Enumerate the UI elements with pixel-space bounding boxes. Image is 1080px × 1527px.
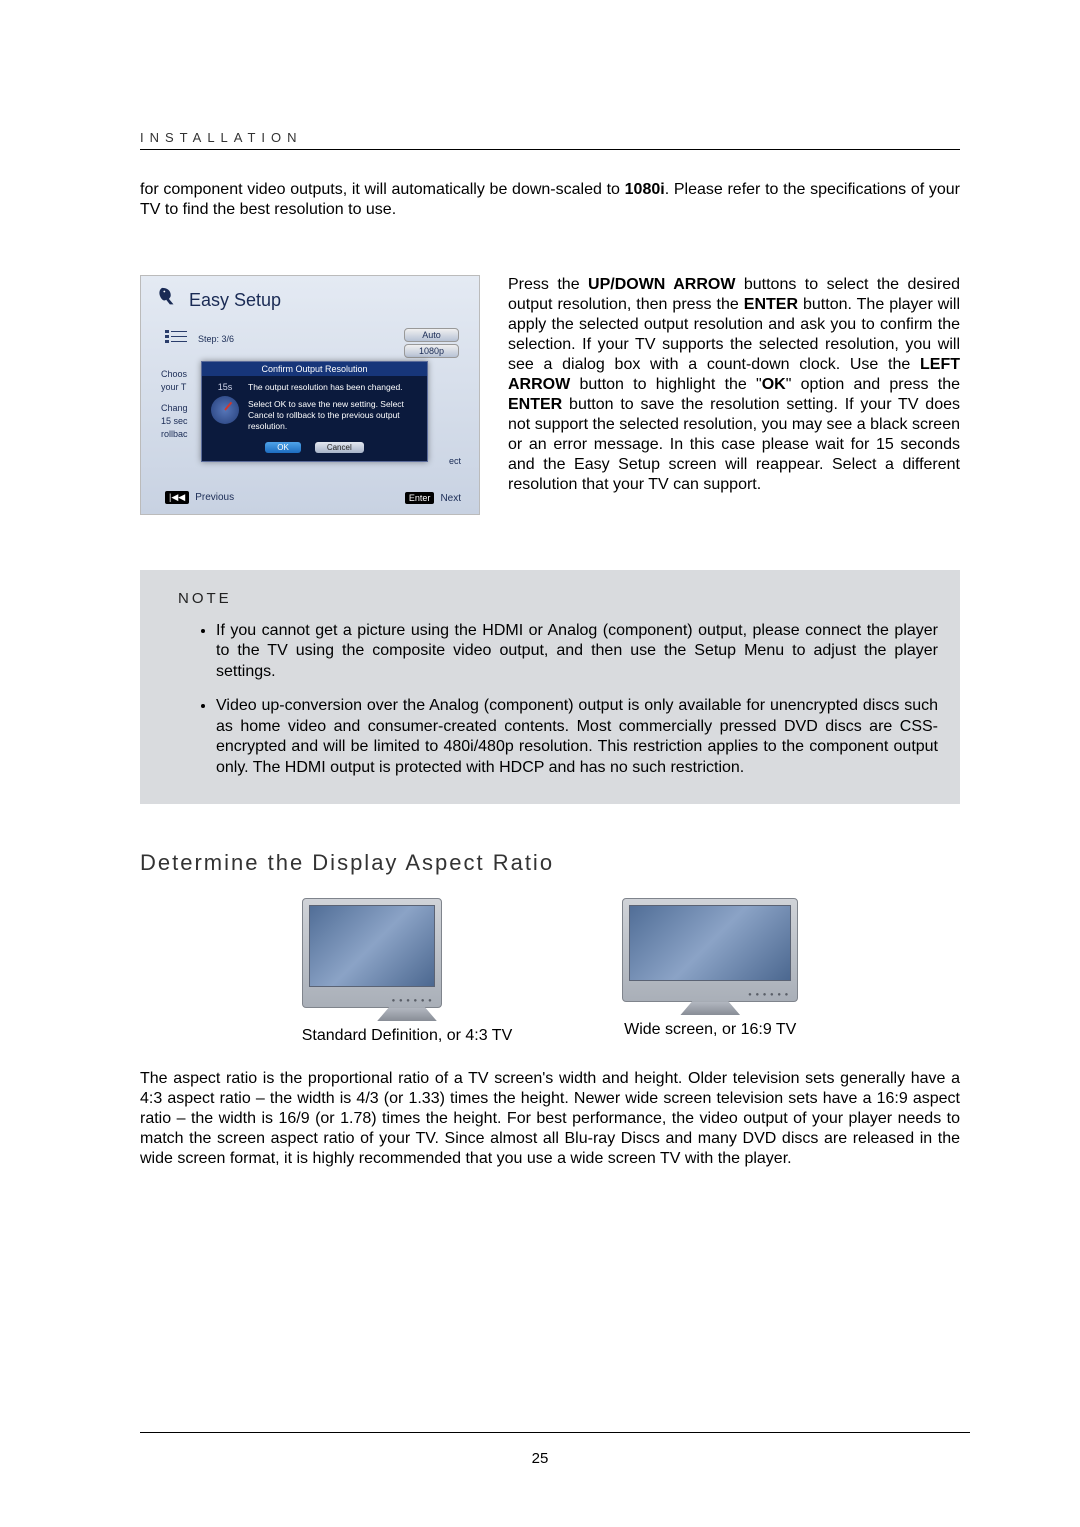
tv-illustration-row: ● ● ● ● ● ● Standard Definition, or 4:3 … [140, 898, 960, 1045]
tv-16x9-icon: ● ● ● ● ● ● [622, 898, 798, 1002]
note-item-1: If you cannot get a picture using the HD… [216, 621, 938, 682]
bold-ok: OK [762, 376, 786, 393]
section-heading-aspect-ratio: Determine the Display Aspect Ratio [140, 850, 960, 876]
easy-setup-screenshot: Easy Setup Step: 3/6 Auto 1080p Choos yo… [140, 275, 480, 515]
tv-4x3-caption: Standard Definition, or 4:3 TV [302, 1027, 513, 1045]
dialog-line1: The output resolution has been changed. [248, 382, 421, 393]
footer-rule [140, 1432, 970, 1433]
section-header-label: INSTALLATION [140, 130, 960, 145]
setup-left-truncated-text: Choos your T Chang 15 sec rollbac [161, 368, 188, 441]
dialog-line2: Select OK to save the new setting. Selec… [248, 399, 421, 432]
intro-paragraph: for component video outputs, it will aut… [140, 180, 960, 220]
trunc-line: your T [161, 381, 188, 394]
setup-title: Easy Setup [189, 290, 281, 311]
note-list: If you cannot get a picture using the HD… [162, 621, 938, 778]
resolution-option-auto[interactable]: Auto [404, 328, 459, 342]
trunc-line: Chang [161, 402, 188, 415]
intro-text-a: for component video outputs, it will aut… [140, 181, 625, 198]
step-list-icon [165, 330, 187, 344]
resolution-option-1080p[interactable]: 1080p [404, 344, 459, 358]
page-number: 25 [0, 1450, 1080, 1467]
next-label: Next [440, 493, 461, 504]
txt: " option and press the [786, 376, 960, 393]
dialog-countdown: 15s [218, 382, 233, 392]
note-item-2: Video up-conversion over the Analog (com… [216, 696, 938, 778]
clock-icon [211, 396, 239, 424]
tv-4x3-icon: ● ● ● ● ● ● [302, 898, 442, 1008]
bold-enter: ENTER [744, 296, 798, 313]
setup-description-paragraph: Press the UP/DOWN ARROW buttons to selec… [508, 275, 960, 515]
dialog-title: Confirm Output Resolution [202, 362, 427, 376]
trunc-line: 15 sec [161, 415, 188, 428]
confirm-resolution-dialog: Confirm Output Resolution 15s The output… [201, 361, 428, 462]
note-box: NOTE If you cannot get a picture using t… [140, 570, 960, 804]
tv-4x3-item: ● ● ● ● ● ● Standard Definition, or 4:3 … [302, 898, 513, 1045]
note-title: NOTE [178, 590, 938, 607]
tv-16x9-item: ● ● ● ● ● ● Wide screen, or 16:9 TV [622, 898, 798, 1045]
aspect-ratio-paragraph: The aspect ratio is the proportional rat… [140, 1069, 960, 1169]
bold-enter2: ENTER [508, 396, 562, 413]
trunc-line: Choos [161, 368, 188, 381]
parrot-icon [157, 286, 179, 308]
tv-16x9-caption: Wide screen, or 16:9 TV [622, 1021, 798, 1039]
prev-key-icon: |◀◀ [165, 491, 189, 504]
setup-right-truncated-text: ect [449, 456, 461, 466]
txt: button to save the resolution setting. I… [508, 396, 960, 493]
trunc-line: rollbac [161, 428, 188, 441]
txt: Press the [508, 276, 588, 293]
setup-step-indicator: Step: 3/6 [198, 334, 234, 344]
prev-label: Previous [195, 492, 234, 503]
dialog-cancel-button[interactable]: Cancel [315, 442, 364, 453]
intro-bold-1080i: 1080i [625, 181, 665, 198]
dialog-ok-button[interactable]: OK [265, 442, 301, 453]
enter-key-icon: Enter [405, 492, 435, 504]
bold-updown: UP/DOWN ARROW [588, 276, 735, 293]
header-rule [140, 149, 960, 150]
txt: button to highlight the " [570, 376, 762, 393]
